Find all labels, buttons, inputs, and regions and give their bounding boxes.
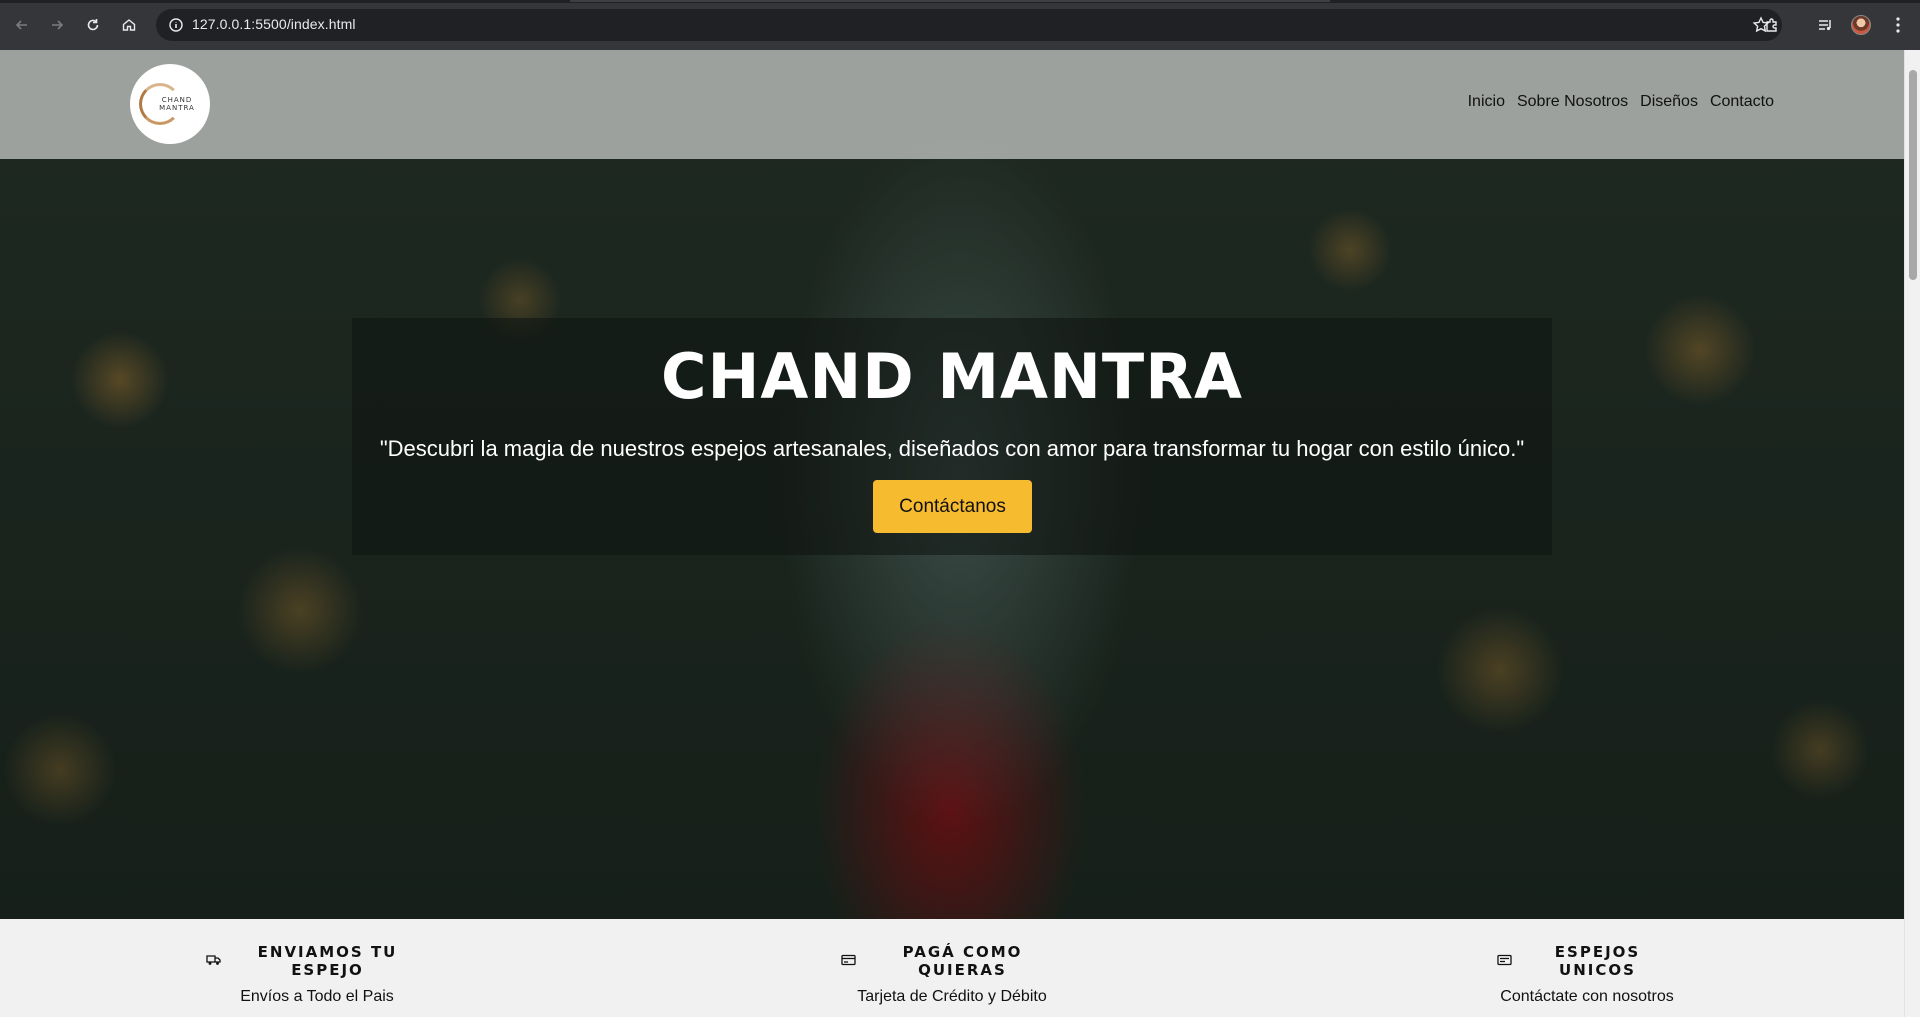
feature-title-row: ESPEJOS UNICOS	[1497, 943, 1677, 979]
logo-line-1: CHAND	[161, 96, 193, 104]
main-nav: Inicio Sobre Nosotros Diseños Contacto	[1468, 93, 1774, 111]
nav-contacto[interactable]: Contacto	[1710, 93, 1774, 111]
feature-title: ESPEJOS UNICOS	[1554, 943, 1641, 979]
feature-title: ENVIAMOS TU ESPEJO	[257, 943, 398, 979]
nav-disenos[interactable]: Diseños	[1640, 93, 1698, 111]
hero-overlay-box: CHAND MANTRA "Descubri la magia de nuest…	[352, 318, 1552, 555]
card-icon	[1497, 952, 1512, 970]
feature-text: Contáctate con nosotros	[1500, 988, 1674, 1005]
scrollbar-thumb[interactable]	[1909, 70, 1917, 280]
contact-button[interactable]: Contáctanos	[873, 480, 1032, 533]
media-list-icon[interactable]	[1813, 13, 1837, 37]
home-icon[interactable]	[117, 13, 141, 37]
site-header: CHAND MANTRA Inicio Sobre Nosotros Diseñ…	[0, 50, 1904, 159]
hero-title: CHAND MANTRA	[661, 340, 1243, 413]
truck-icon	[206, 952, 221, 970]
address-bar[interactable]: 127.0.0.1:5500/index.html	[156, 9, 1782, 41]
feature-title-row: PAGÁ COMO QUIERAS	[841, 943, 1063, 979]
back-icon[interactable]	[10, 13, 34, 37]
feature-text: Envíos a Todo el Pais	[240, 988, 394, 1005]
avatar	[1851, 15, 1871, 35]
tab-strip	[0, 0, 1920, 3]
reload-icon[interactable]	[81, 13, 105, 37]
menu-kebab-icon[interactable]	[1886, 13, 1910, 37]
url-text[interactable]: 127.0.0.1:5500/index.html	[192, 16, 356, 32]
profile-avatar[interactable]	[1849, 13, 1873, 37]
logo-wordmark: CHAND MANTRA	[159, 96, 195, 112]
credit-card-icon	[841, 952, 856, 970]
active-tab-indicator	[570, 0, 1330, 2]
nav-sobre-nosotros[interactable]: Sobre Nosotros	[1517, 93, 1628, 111]
nav-inicio[interactable]: Inicio	[1468, 93, 1505, 111]
hero-section: CHAND MANTRA Inicio Sobre Nosotros Diseñ…	[0, 50, 1904, 919]
site-info-icon[interactable]	[168, 17, 184, 38]
feature-unique: ESPEJOS UNICOS Contáctate con nosotros	[1497, 943, 1677, 1006]
feature-shipping: ENVIAMOS TU ESPEJO Envíos a Todo el Pais	[206, 943, 428, 1006]
page-viewport: CHAND MANTRA Inicio Sobre Nosotros Diseñ…	[0, 50, 1904, 1017]
features-bar: ENVIAMOS TU ESPEJO Envíos a Todo el Pais…	[0, 919, 1904, 1017]
extensions-icon[interactable]	[1760, 13, 1784, 37]
feature-payment: PAGÁ COMO QUIERAS Tarjeta de Crédito y D…	[841, 943, 1063, 1006]
feature-title-row: ENVIAMOS TU ESPEJO	[206, 943, 428, 979]
brand-logo[interactable]: CHAND MANTRA	[130, 64, 210, 144]
page-scrollbar[interactable]	[1904, 50, 1920, 1017]
feature-text: Tarjeta de Crédito y Débito	[857, 988, 1047, 1005]
forward-icon[interactable]	[45, 13, 69, 37]
logo-line-2: MANTRA	[159, 104, 195, 112]
feature-title: PAGÁ COMO QUIERAS	[902, 943, 1023, 979]
hero-subtitle: "Descubri la magia de nuestros espejos a…	[379, 436, 1525, 461]
browser-toolbar: 127.0.0.1:5500/index.html	[0, 0, 1920, 50]
